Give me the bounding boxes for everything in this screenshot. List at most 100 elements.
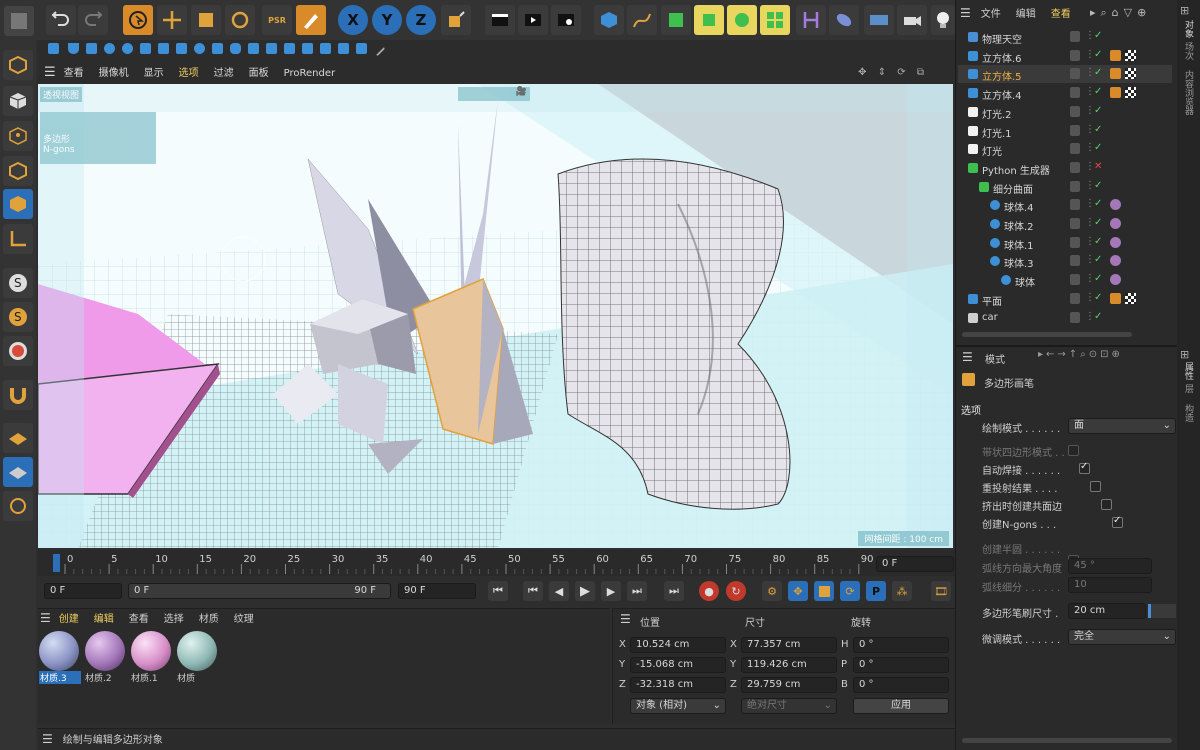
material-tag-icon[interactable] xyxy=(1110,87,1121,99)
visibility-toggle[interactable] xyxy=(1070,68,1080,80)
visibility-toggle[interactable] xyxy=(1070,255,1080,267)
enabled-check-icon[interactable]: ✓ xyxy=(1094,180,1102,191)
mini-bezier-icon[interactable] xyxy=(338,43,349,54)
mat-menu-material[interactable]: 材质 xyxy=(199,614,219,625)
light-icon[interactable] xyxy=(931,5,955,35)
redo-icon[interactable] xyxy=(78,5,108,35)
range-slider[interactable]: 0 F 90 F xyxy=(128,583,391,599)
material-tag-icon[interactable] xyxy=(1110,292,1121,304)
menu-prorender[interactable]: ProRender xyxy=(284,68,335,79)
enabled-check-icon[interactable]: ✓ xyxy=(1094,254,1102,265)
rotation-field[interactable]: 0 ° xyxy=(853,637,949,653)
arc-sub-field[interactable]: 10 xyxy=(1068,577,1152,593)
select-tool-icon[interactable] xyxy=(123,5,153,35)
autokey-button[interactable]: ↻ xyxy=(726,581,746,601)
material-tag-icon[interactable] xyxy=(1110,236,1121,248)
material-menu-icon[interactable]: ☰ xyxy=(40,611,51,625)
enabled-check-icon[interactable]: ✓ xyxy=(1094,105,1102,116)
option-checkbox[interactable] xyxy=(1090,481,1101,492)
option-checkbox[interactable] xyxy=(1112,515,1123,528)
extrude-generator-icon[interactable] xyxy=(694,5,724,35)
texture-mode-icon[interactable] xyxy=(3,86,33,116)
size-field[interactable]: 119.426 cm xyxy=(741,657,837,673)
tab-layers[interactable]: 层 xyxy=(1182,384,1195,393)
material-swatch[interactable]: 材质.3 xyxy=(39,631,81,687)
end-frame-field[interactable]: 90 F xyxy=(398,583,476,599)
object-row[interactable]: 立方体.6 ⋮ ✓ xyxy=(958,47,1172,66)
key-position-button[interactable]: ✥ xyxy=(788,581,808,601)
mini-polygon-icon[interactable] xyxy=(176,43,187,54)
option-checkbox[interactable] xyxy=(1101,499,1112,510)
om-menu-view[interactable]: 查看 xyxy=(1051,9,1071,20)
goto-end-button[interactable]: ⏭ xyxy=(664,581,684,601)
texture-tag-icon[interactable] xyxy=(1125,292,1136,304)
render-view-icon[interactable] xyxy=(485,5,515,35)
brush-size-field[interactable]: 20 cm xyxy=(1068,603,1146,619)
render-to-picture-viewer-icon[interactable] xyxy=(518,5,548,35)
coord-menu-icon[interactable]: ☰ xyxy=(620,612,631,626)
x-axis-lock-button[interactable]: X xyxy=(338,5,368,35)
om-menu-edit[interactable]: 编辑 xyxy=(1016,9,1036,20)
coord-mode-dropdown[interactable]: 对象 (相对) ⌄ xyxy=(630,698,726,714)
array-icon[interactable] xyxy=(760,5,790,35)
timeline-ruler[interactable]: 0 5 10 15 20 25 30 35 40 45 50 55 60 65 70 75 80 85 90 0 F xyxy=(38,550,955,576)
size-field[interactable]: 77.357 cm xyxy=(741,637,837,653)
mini-platonic-icon[interactable] xyxy=(284,43,295,54)
z-axis-lock-button[interactable]: Z xyxy=(406,5,436,35)
timeline-playhead[interactable] xyxy=(53,554,60,572)
rotation-field[interactable]: 0 ° xyxy=(853,657,949,673)
object-row[interactable]: 球体.1 ⋮ ✓ xyxy=(958,234,1172,253)
enabled-check-icon[interactable]: ✓ xyxy=(1094,67,1102,78)
mini-sphere-icon[interactable] xyxy=(104,43,115,54)
mini-cone-icon[interactable] xyxy=(68,43,79,54)
key-pla-button[interactable]: ⁂ xyxy=(892,581,912,601)
enabled-check-icon[interactable]: ✓ xyxy=(1094,49,1102,60)
add-panel-icon-2[interactable]: ⊞ xyxy=(1180,348,1189,361)
mini-disc-icon[interactable] xyxy=(140,43,151,54)
brush-size-slider[interactable] xyxy=(1148,604,1176,618)
position-field[interactable]: -32.318 cm xyxy=(630,677,726,693)
status-menu-icon[interactable]: ☰ xyxy=(42,732,53,746)
menu-panel[interactable]: 面板 xyxy=(249,68,269,79)
object-row[interactable]: 球体.2 ⋮ ✓ xyxy=(958,215,1172,234)
grid-lock-icon[interactable] xyxy=(3,457,33,487)
point-mode-icon[interactable] xyxy=(3,121,33,151)
enabled-check-icon[interactable]: ✓ xyxy=(1094,236,1102,247)
enabled-check-icon[interactable]: ✓ xyxy=(1094,292,1102,303)
menu-view[interactable]: 查看 xyxy=(64,68,84,79)
camera-icon[interactable] xyxy=(897,5,927,35)
attr-scrollbar[interactable] xyxy=(962,738,1172,743)
rotation-field[interactable]: 0 ° xyxy=(853,677,949,693)
material-swatch[interactable]: 材质.2 xyxy=(85,631,127,687)
mini-tube-icon[interactable] xyxy=(194,43,205,54)
material-swatch[interactable]: 材质 xyxy=(177,631,219,687)
attr-mode-label[interactable]: 模式 xyxy=(985,351,1005,366)
object-row[interactable]: 细分曲面 ⋮ ✓ xyxy=(958,178,1172,197)
tab-object[interactable]: 对象 xyxy=(1182,20,1195,38)
rotate-tool-icon[interactable] xyxy=(225,5,255,35)
undo-icon[interactable] xyxy=(46,5,76,35)
keyframe-selection-button[interactable]: ⚙ xyxy=(762,581,782,601)
play-button[interactable]: ▶ xyxy=(575,581,595,601)
key-rotation-button[interactable]: ⟳ xyxy=(840,581,860,601)
enabled-check-icon[interactable]: ✓ xyxy=(1094,142,1102,153)
menu-camera[interactable]: 摄像机 xyxy=(99,68,129,79)
tab-attributes[interactable]: 属性 xyxy=(1182,362,1195,380)
visibility-toggle[interactable] xyxy=(1070,274,1080,286)
object-row[interactable]: 立方体.4 ⋮ ✓ xyxy=(958,84,1172,104)
mini-cloth-icon[interactable] xyxy=(356,43,367,54)
visibility-toggle[interactable] xyxy=(1070,49,1080,61)
locked-workplane-icon[interactable] xyxy=(3,491,33,521)
visibility-toggle[interactable] xyxy=(1070,161,1080,173)
enabled-check-icon[interactable]: ✓ xyxy=(1094,30,1102,41)
enabled-check-icon[interactable]: ✓ xyxy=(1094,217,1102,228)
next-frame-button[interactable]: ▶ xyxy=(601,581,621,601)
mini-landscape-icon[interactable] xyxy=(302,43,313,54)
pen-spline-icon[interactable] xyxy=(627,5,657,35)
disabled-x-icon[interactable]: ✕ xyxy=(1094,161,1102,172)
mini-cylinder-icon[interactable] xyxy=(266,43,277,54)
option-checkbox[interactable] xyxy=(1079,461,1090,474)
record-keys-button[interactable]: ● xyxy=(699,581,719,601)
draw-mode-dropdown[interactable]: 面 ⌄ xyxy=(1068,418,1176,434)
texture-tag-icon[interactable] xyxy=(1125,87,1136,99)
